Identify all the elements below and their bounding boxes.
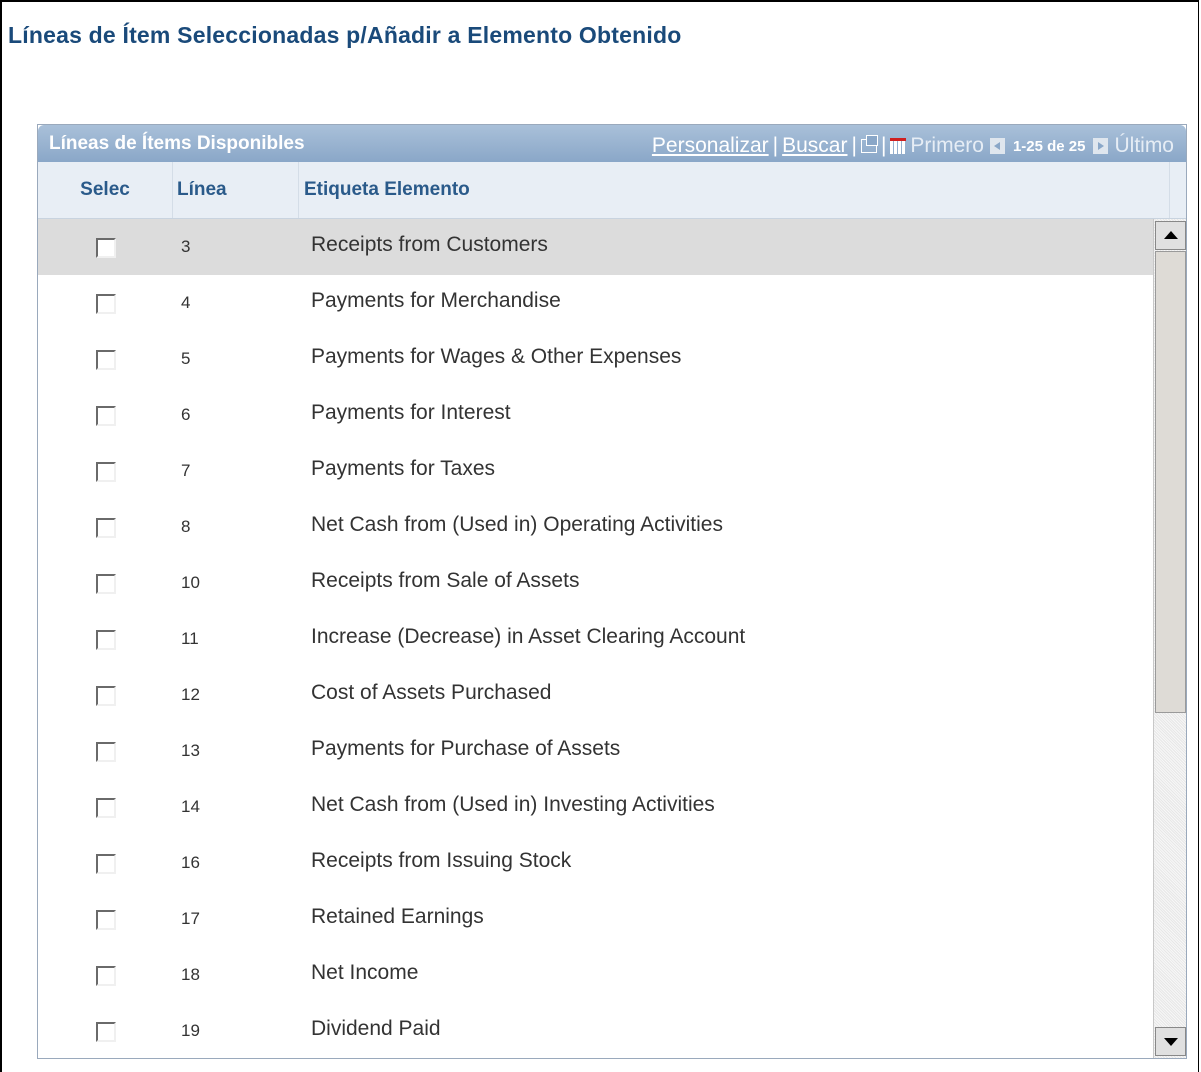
scroll-up-icon[interactable] [1155, 221, 1186, 250]
element-label: Cost of Assets Purchased [311, 681, 552, 704]
select-checkbox[interactable] [96, 350, 116, 370]
table-row[interactable]: 7 Payments for Taxes [38, 443, 1153, 499]
element-label: Increase (Decrease) in Asset Clearing Ac… [311, 625, 746, 648]
element-label: Net Cash from (Used in) Investing Activi… [311, 793, 715, 816]
find-link[interactable]: Buscar [782, 134, 847, 158]
element-label: Net Income [311, 961, 419, 984]
table-row[interactable]: 5 Payments for Wages & Other Expenses [38, 331, 1153, 387]
table-row[interactable]: 16 Receipts from Issuing Stock [38, 835, 1153, 891]
select-checkbox[interactable] [96, 966, 116, 986]
table-row[interactable]: 11 Increase (Decrease) in Asset Clearing … [38, 611, 1153, 667]
next-arrow-icon[interactable] [1093, 138, 1109, 154]
prev-arrow-icon[interactable] [989, 138, 1005, 154]
table-row[interactable]: 13 Payments for Purchase of Assets [38, 723, 1153, 779]
row-count: 1-25 de 25 [1012, 137, 1086, 155]
line-number: 18 [181, 965, 200, 984]
column-header-line[interactable]: Línea [173, 162, 299, 218]
element-label: Payments for Interest [311, 401, 511, 424]
line-number: 4 [181, 293, 191, 312]
vertical-scrollbar[interactable] [1153, 219, 1186, 1058]
line-number: 19 [181, 1021, 200, 1040]
line-number: 11 [181, 629, 199, 648]
table-row[interactable]: 8 Net Cash from (Used in) Operating Activ… [38, 499, 1153, 555]
element-label: Payments for Merchandise [311, 289, 561, 312]
scroll-down-icon[interactable] [1155, 1027, 1186, 1056]
table-row[interactable]: 3 Receipts from Customers [38, 219, 1153, 275]
new-window-icon[interactable] [860, 135, 878, 153]
available-lines-grid: Líneas de Ítems Disponibles Personalizar… [37, 124, 1187, 1059]
table-row[interactable]: 17 Retained Earnings [38, 891, 1153, 947]
select-checkbox[interactable] [96, 910, 116, 930]
table-row[interactable]: 14 Net Cash from (Used in) Investing Acti… [38, 779, 1153, 835]
grid-navigation: Personalizar | Buscar | | Primero 1-25 d… [652, 134, 1178, 158]
column-header-select[interactable]: Selec [38, 162, 173, 218]
element-label: Payments for Wages & Other Expenses [311, 345, 682, 368]
select-checkbox[interactable] [96, 686, 116, 706]
line-number: 6 [181, 405, 191, 424]
select-checkbox[interactable] [96, 238, 116, 258]
element-label: Receipts from Customers [311, 233, 548, 256]
select-checkbox[interactable] [96, 294, 116, 314]
separator: | [851, 134, 857, 157]
element-label: Dividend Paid [311, 1017, 441, 1040]
select-checkbox[interactable] [96, 406, 116, 426]
select-checkbox[interactable] [96, 574, 116, 594]
select-checkbox[interactable] [96, 462, 116, 482]
table-row[interactable]: 4 Payments for Merchandise [38, 275, 1153, 331]
line-number: 17 [181, 909, 200, 928]
line-number: 3 [181, 237, 191, 256]
table-row[interactable]: 10 Receipts from Sale of Assets [38, 555, 1153, 611]
download-grid-icon[interactable] [890, 138, 907, 154]
grid-rows: 3 Receipts from Customers 4 Payments for Me… [38, 219, 1153, 1058]
table-row[interactable]: 19 Dividend Paid [38, 1003, 1153, 1058]
select-checkbox[interactable] [96, 742, 116, 762]
line-number: 8 [181, 517, 191, 536]
table-row[interactable]: 6 Payments for Interest [38, 387, 1153, 443]
select-checkbox[interactable] [96, 1022, 116, 1042]
last-link[interactable]: Último [1114, 134, 1174, 158]
table-row[interactable]: 12 Cost of Assets Purchased [38, 667, 1153, 723]
table-row[interactable]: 18 Net Income [38, 947, 1153, 1003]
line-number: 14 [181, 797, 200, 816]
customize-link[interactable]: Personalizar [652, 134, 769, 158]
element-label: Net Cash from (Used in) Operating Activi… [311, 513, 723, 536]
line-number: 16 [181, 853, 200, 872]
column-header-label[interactable]: Etiqueta Elemento [300, 162, 1170, 218]
element-label: Payments for Taxes [311, 457, 496, 480]
select-checkbox[interactable] [96, 798, 116, 818]
line-number: 13 [181, 741, 200, 760]
element-label: Receipts from Sale of Assets [311, 569, 580, 592]
element-label: Retained Earnings [311, 905, 484, 928]
scroll-thumb[interactable] [1155, 251, 1186, 713]
element-label: Receipts from Issuing Stock [311, 849, 572, 872]
select-checkbox[interactable] [96, 518, 116, 538]
separator: | [772, 134, 779, 157]
separator: | [880, 134, 887, 157]
select-checkbox[interactable] [96, 630, 116, 650]
column-headers: Selec Línea Etiqueta Elemento [38, 162, 1186, 219]
line-number: 10 [181, 573, 200, 592]
grid-header: Líneas de Ítems Disponibles Personalizar… [38, 125, 1186, 162]
first-link[interactable]: Primero [910, 134, 984, 158]
grid-title: Líneas de Ítems Disponibles [49, 133, 305, 154]
element-label: Payments for Purchase of Assets [311, 737, 621, 760]
line-number: 12 [181, 685, 200, 704]
line-number: 5 [181, 349, 191, 368]
select-checkbox[interactable] [96, 854, 116, 874]
line-number: 7 [181, 461, 191, 480]
page-title: Líneas de Ítem Seleccionadas p/Añadir a … [8, 22, 682, 48]
